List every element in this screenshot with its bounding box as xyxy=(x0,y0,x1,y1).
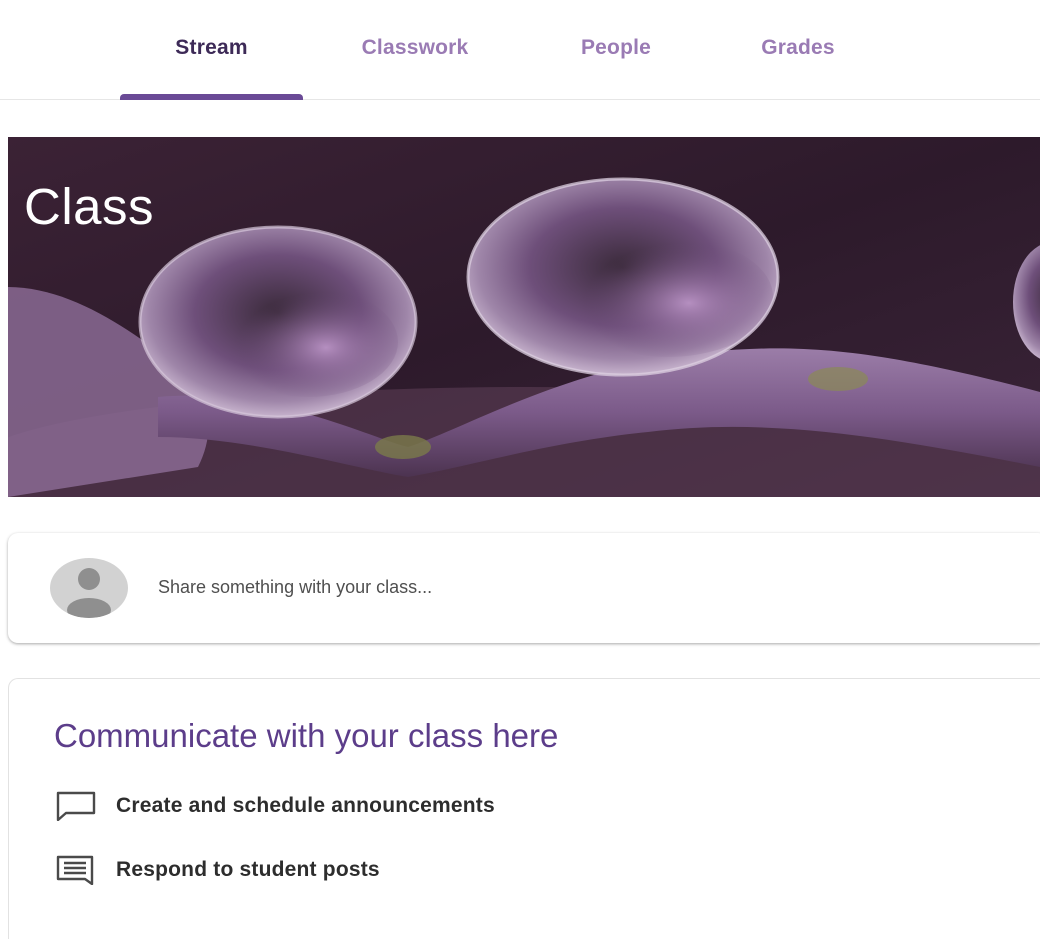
tab-grades-label: Grades xyxy=(761,36,835,59)
communicate-item-label: Respond to student posts xyxy=(116,858,380,881)
active-tab-indicator xyxy=(120,94,303,100)
tab-stream-label: Stream xyxy=(175,36,248,59)
communicate-item-respond: Respond to student posts xyxy=(54,850,380,890)
share-card[interactable]: Share something with your class... xyxy=(8,533,1040,643)
communicate-heading: Communicate with your class here xyxy=(54,717,559,754)
tab-people[interactable]: People xyxy=(550,0,682,100)
message-lines-icon xyxy=(56,855,94,885)
tab-classwork[interactable]: Classwork xyxy=(330,0,500,100)
communicate-item-announcements: Create and schedule announcements xyxy=(54,786,495,826)
banner-image xyxy=(8,137,1040,497)
communicate-card: Communicate with your class here Create … xyxy=(8,678,1040,939)
class-title: Class xyxy=(24,178,155,235)
avatar xyxy=(50,558,128,618)
tab-people-label: People xyxy=(580,36,652,59)
tab-bar: Stream Classwork People Grades xyxy=(0,0,1040,100)
comment-outline-icon xyxy=(56,791,96,821)
communicate-item-label: Create and schedule announcements xyxy=(116,794,495,817)
tab-classwork-label: Classwork xyxy=(361,36,469,59)
tab-stream[interactable]: Stream xyxy=(120,0,303,100)
user-icon xyxy=(67,568,111,618)
class-banner: Class xyxy=(8,137,1040,497)
tab-grades[interactable]: Grades xyxy=(728,0,868,100)
share-prompt[interactable]: Share something with your class... xyxy=(158,577,432,598)
